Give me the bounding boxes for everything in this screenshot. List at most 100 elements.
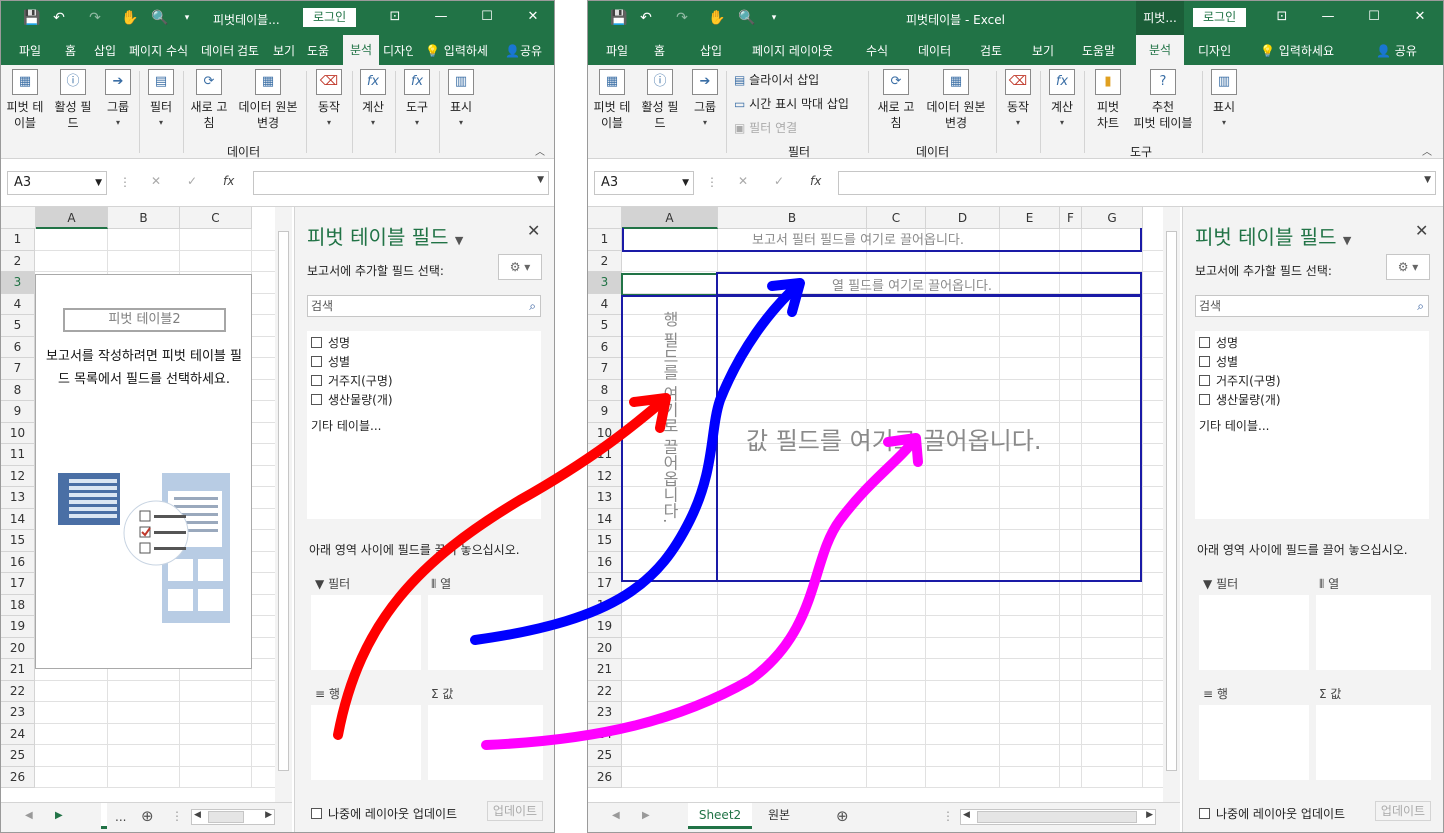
- group-button[interactable]: ➔ 그룹 ▾: [688, 69, 722, 131]
- column-drop-area[interactable]: [428, 595, 543, 670]
- active-field-button[interactable]: ⓘ 활성 필 드: [51, 69, 95, 131]
- row-header-13[interactable]: 13: [588, 487, 622, 509]
- defer-update-checkbox[interactable]: 나중에 레이아웃 업데이트: [311, 805, 457, 822]
- row-header-11[interactable]: 11: [1, 444, 35, 466]
- prev-sheet-icon[interactable]: ◀: [612, 810, 620, 821]
- scroll-right-icon[interactable]: ▶: [265, 810, 272, 820]
- row-header-10[interactable]: 10: [588, 422, 622, 444]
- checkbox[interactable]: [1199, 375, 1210, 386]
- expand-formula-icon[interactable]: ▼: [1424, 175, 1431, 185]
- column-header-a[interactable]: A: [36, 207, 108, 229]
- enter-icon[interactable]: ✓: [774, 174, 784, 188]
- undo-icon[interactable]: ↶: [51, 10, 67, 26]
- tab-review[interactable]: 검토: [980, 42, 1002, 59]
- row-header-22[interactable]: 22: [1, 680, 35, 702]
- column-header-c[interactable]: C: [867, 207, 926, 229]
- refresh-button[interactable]: ⟳ 새로 고 침: [187, 69, 231, 131]
- row-header-9[interactable]: 9: [1, 401, 35, 423]
- checkbox[interactable]: [311, 394, 322, 405]
- row-header-1[interactable]: 1: [1, 229, 35, 251]
- select-all-corner[interactable]: [1, 207, 36, 229]
- row-header-19[interactable]: 19: [588, 616, 622, 638]
- insert-function-icon[interactable]: fx: [223, 174, 234, 188]
- row-header-23[interactable]: 23: [588, 702, 622, 724]
- horizontal-scrollbar[interactable]: ◀ ▶: [960, 809, 1156, 825]
- redo-icon[interactable]: ↷: [87, 10, 103, 26]
- tab-design[interactable]: 디자인: [383, 42, 413, 59]
- actions-button[interactable]: ⌫ 동작 ▾: [311, 69, 347, 131]
- ribbon-display-icon[interactable]: ⊡: [387, 9, 403, 25]
- pivot-table-button[interactable]: ▦ 피벗 테 이블: [5, 69, 45, 131]
- scroll-right-icon[interactable]: ▶: [1146, 810, 1153, 820]
- tab-analyze[interactable]: 분석: [343, 35, 379, 65]
- touch-mode-icon[interactable]: ✋: [708, 10, 725, 26]
- login-button[interactable]: 로그인: [1193, 8, 1247, 27]
- name-box[interactable]: A3 ▼: [7, 171, 107, 195]
- tab-help[interactable]: 도움: [307, 42, 329, 59]
- calculations-button[interactable]: fx 계산 ▾: [355, 69, 391, 131]
- share-button[interactable]: 👤공유: [505, 42, 542, 59]
- row-header-2[interactable]: 2: [588, 250, 622, 272]
- value-drop-area[interactable]: [428, 705, 543, 780]
- field-item[interactable]: 성별: [1199, 353, 1238, 370]
- field-item[interactable]: 성명: [311, 334, 350, 351]
- pivot-chart-button[interactable]: ▮ 피벗 차트: [1088, 69, 1128, 131]
- field-item[interactable]: 거주지(구명): [311, 372, 393, 389]
- select-all-corner[interactable]: [588, 207, 622, 229]
- dropdown-arrow-icon[interactable]: ▼: [95, 172, 102, 194]
- enter-icon[interactable]: ✓: [187, 174, 197, 188]
- cancel-icon[interactable]: ✕: [151, 174, 161, 188]
- sheet-tab-sheet2[interactable]: Sheet2: [688, 803, 752, 829]
- prev-sheet-icon[interactable]: ◀: [25, 810, 33, 821]
- tab-insert[interactable]: 삽입: [700, 42, 722, 59]
- row-header-3[interactable]: 3: [1, 272, 35, 294]
- row-header-8[interactable]: 8: [588, 379, 622, 401]
- row-header-16[interactable]: 16: [1, 551, 35, 573]
- tab-help[interactable]: 도움말: [1082, 42, 1115, 59]
- checkbox[interactable]: [1199, 356, 1210, 367]
- split-grip-icon[interactable]: ⋮: [171, 809, 183, 823]
- row-header-5[interactable]: 5: [588, 315, 622, 337]
- column-header-d[interactable]: D: [926, 207, 1000, 229]
- cancel-icon[interactable]: ✕: [738, 174, 748, 188]
- row-header-4[interactable]: 4: [588, 293, 622, 315]
- panel-close-icon[interactable]: ✕: [1415, 221, 1428, 240]
- insert-slicer-button[interactable]: ▤ 슬라이서 삽입: [734, 71, 819, 88]
- add-sheet-icon[interactable]: ⊕: [141, 807, 154, 825]
- split-grip-icon[interactable]: ⋮: [942, 809, 954, 823]
- row-header-2[interactable]: 2: [1, 250, 35, 272]
- report-filter-drop-zone[interactable]: 보고서 필터 필드를 여기로 끌어옵니다.: [622, 228, 1142, 252]
- row-header-22[interactable]: 22: [588, 680, 622, 702]
- column-header-g[interactable]: G: [1082, 207, 1143, 229]
- field-item[interactable]: 거주지(구명): [1199, 372, 1281, 389]
- field-item[interactable]: 성명: [1199, 334, 1238, 351]
- share-button[interactable]: 👤 공유: [1376, 42, 1417, 59]
- row-header-26[interactable]: 26: [1, 766, 35, 788]
- row-header-7[interactable]: 7: [588, 358, 622, 380]
- column-header-a[interactable]: A: [622, 207, 718, 229]
- row-header-18[interactable]: 18: [588, 594, 622, 616]
- next-sheet-icon[interactable]: ▶: [642, 810, 650, 821]
- row-header-25[interactable]: 25: [1, 745, 35, 767]
- row-header-25[interactable]: 25: [588, 745, 622, 767]
- name-box[interactable]: A3 ▼: [594, 171, 694, 195]
- checkbox[interactable]: [311, 356, 322, 367]
- tools-gear-icon[interactable]: ⚙ ▾: [1386, 254, 1430, 280]
- column-field-drop-zone[interactable]: 열 필드를 여기로 끌어옵니다.: [716, 272, 1142, 296]
- sheet-tab-source[interactable]: 원본: [754, 803, 804, 829]
- tab-design[interactable]: 디자인: [1198, 42, 1231, 59]
- row-header-13[interactable]: 13: [1, 487, 35, 509]
- row-header-15[interactable]: 15: [1, 530, 35, 552]
- formula-input[interactable]: ▼: [253, 171, 549, 195]
- more-tables-link[interactable]: 기타 테이블...: [311, 417, 381, 434]
- tools-button[interactable]: fx 도구 ▾: [399, 69, 435, 131]
- touch-mode-icon[interactable]: ✋: [121, 10, 138, 26]
- column-header-c[interactable]: C: [180, 207, 252, 229]
- panel-options-icon[interactable]: ▼: [1343, 234, 1351, 247]
- collapse-ribbon-icon[interactable]: ︿: [535, 143, 545, 158]
- row-header-20[interactable]: 20: [1, 637, 35, 659]
- scrollbar-thumb[interactable]: [208, 811, 244, 823]
- row-header-10[interactable]: 10: [1, 422, 35, 444]
- minimize-icon[interactable]: —: [1320, 9, 1336, 25]
- scrollbar-thumb[interactable]: [1166, 231, 1177, 771]
